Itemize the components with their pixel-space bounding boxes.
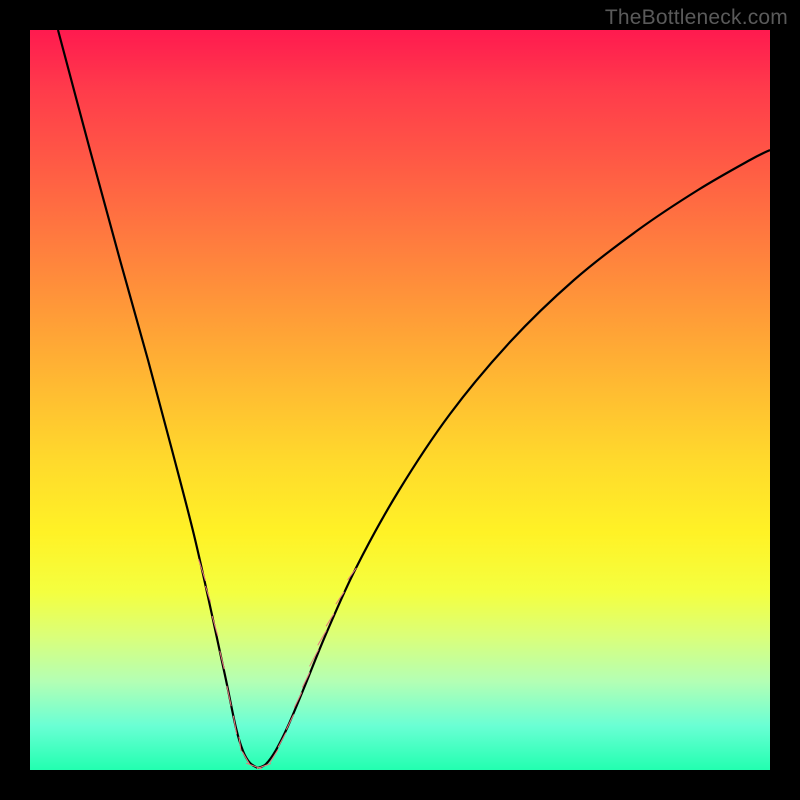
chart-curves: [58, 30, 770, 768]
chart-svg: [30, 30, 770, 770]
data-marker: [243, 752, 250, 764]
curve-left-branch: [58, 30, 258, 768]
curve-right-branch: [258, 150, 770, 768]
data-marker: [199, 560, 206, 581]
data-marker: [286, 715, 293, 729]
watermark-text: TheBottleneck.com: [605, 6, 788, 30]
data-marker: [278, 733, 286, 747]
